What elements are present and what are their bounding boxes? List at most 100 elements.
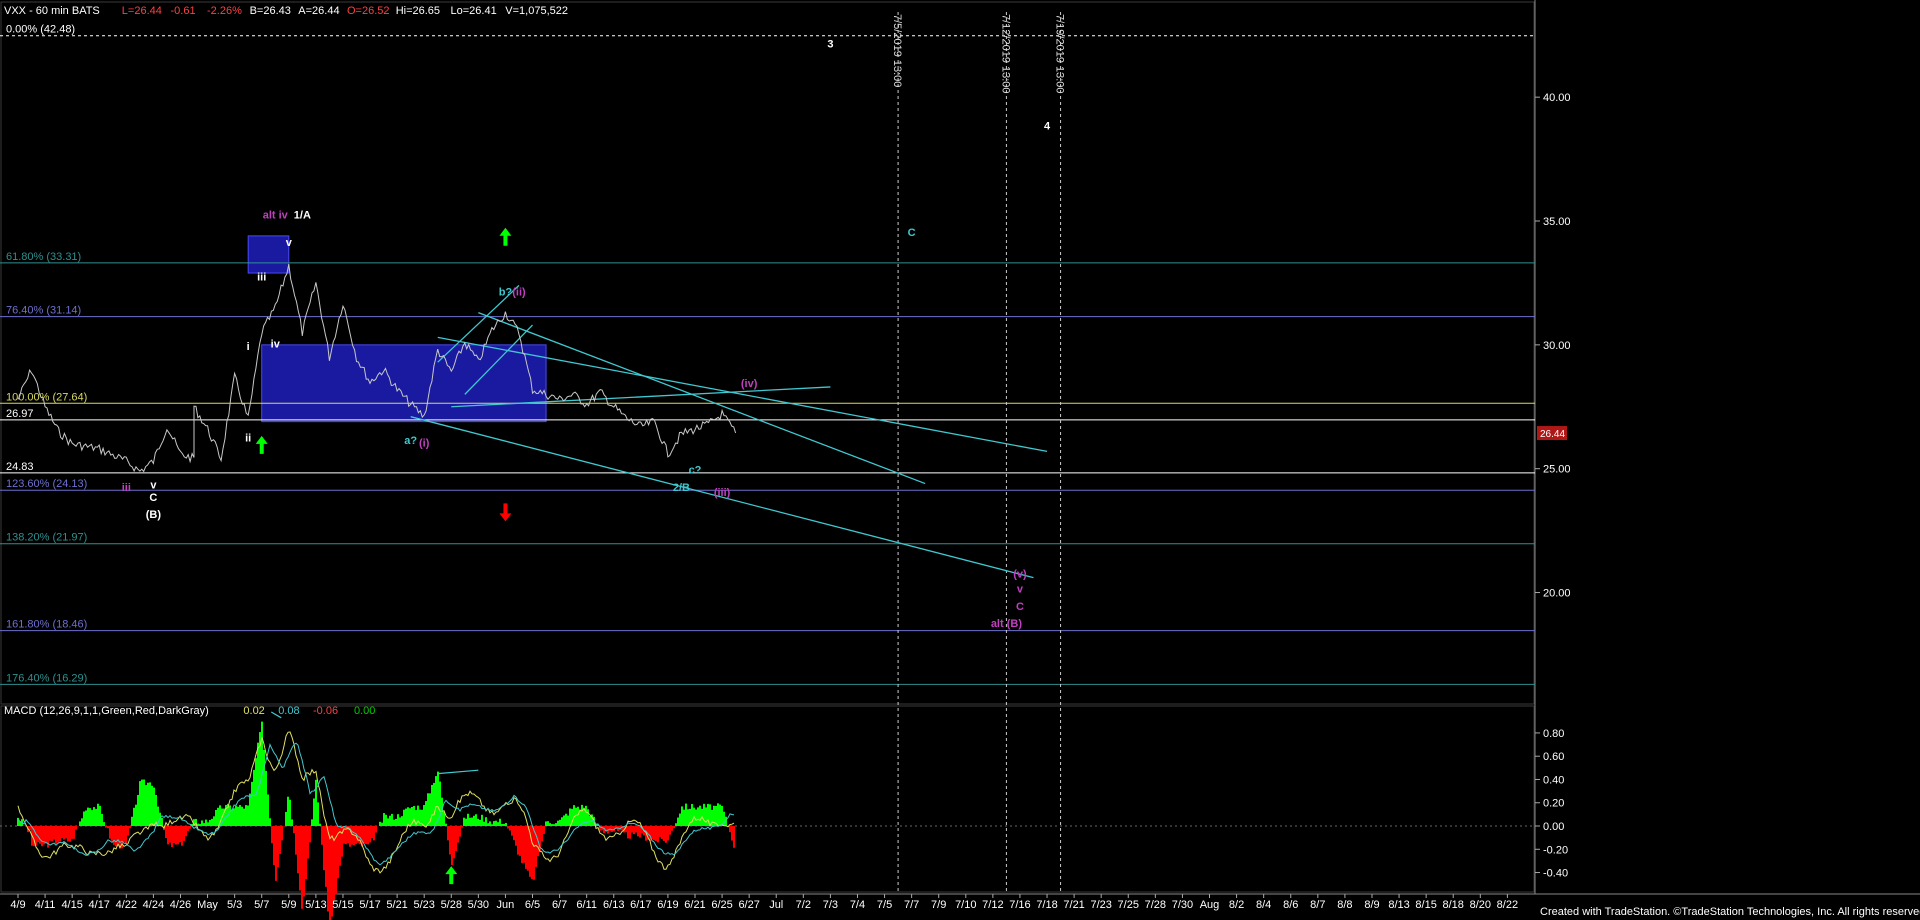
x-tick-label: 8/8 [1337, 899, 1352, 911]
wave-label: iii [122, 482, 131, 494]
wave-label: (ii) [512, 286, 526, 298]
x-tick-label: 8/13 [1388, 899, 1409, 911]
fib-level-label: 100.00% (27.64) [6, 391, 87, 403]
x-tick-label: 5/13 [305, 899, 326, 911]
wave-label: C [1016, 601, 1024, 613]
macd-legend-item: 0.00 [354, 705, 375, 717]
fib-level-label: 138.20% (21.97) [6, 532, 87, 544]
x-tick-label: 7/7 [904, 899, 919, 911]
wave-label: v [150, 480, 157, 492]
x-tick-label: 7/25 [1118, 899, 1139, 911]
x-tick-label: 6/25 [711, 899, 732, 911]
header-layer: VXX - 60 min BATS L=26.44 -0.61 -2.26% B=26.… [4, 5, 568, 17]
x-tick-label: 6/5 [525, 899, 540, 911]
x-tick-label: 7/3 [823, 899, 838, 911]
chart-symbol: VXX - 60 min BATS [4, 5, 100, 17]
price-tick-label: 35.00 [1543, 216, 1571, 228]
x-tick-label: Jul [769, 899, 783, 911]
x-tick-label: 7/2 [796, 899, 811, 911]
x-tick-label: 7/18 [1036, 899, 1057, 911]
x-tick-label: 7/30 [1172, 899, 1193, 911]
price-tick-label: 25.00 [1543, 464, 1571, 476]
x-tick-label: 6/17 [630, 899, 651, 911]
wave-label: c? [689, 465, 702, 477]
wave-label: v [1017, 584, 1024, 596]
x-tick-label: 4/26 [170, 899, 191, 911]
x-tick-label: May [197, 899, 218, 911]
x-tick-label: 6/19 [657, 899, 678, 911]
wave-label: (i) [419, 437, 430, 449]
wave-label: 2/B [673, 482, 690, 494]
x-tick-label: 5/30 [468, 899, 489, 911]
wave-label: alt (B) [991, 618, 1023, 630]
x-tick-label: 7/10 [955, 899, 976, 911]
x-tick-label: 8/6 [1283, 899, 1298, 911]
macd-tick-label: 0.00 [1543, 821, 1564, 833]
wave-label: 4 [1044, 120, 1051, 132]
x-tick-label: 7/12 [982, 899, 1003, 911]
header-stat: V=1,075,522 [505, 5, 568, 17]
x-tick-label: 6/21 [684, 899, 705, 911]
macd-legend-item: -0.06 [313, 705, 338, 717]
x-tick-label: 4/17 [89, 899, 110, 911]
x-tick-label: 5/3 [227, 899, 242, 911]
price-tick-label: 20.00 [1543, 588, 1571, 600]
macd-legend-item: MACD (12,26,9,1,1,Green,Red,DarkGray) [4, 705, 209, 717]
footer-credit: Created with TradeStation. ©TradeStation… [1540, 906, 1920, 918]
wave-label: ii [245, 432, 251, 444]
fib-level-label: 161.80% (18.46) [6, 619, 87, 631]
price-tick-label: 40.00 [1543, 92, 1571, 104]
fib-level-label: 76.40% (31.14) [6, 305, 81, 317]
header-stat: B=26.43 [250, 5, 291, 17]
x-tick-label: 6/27 [738, 899, 759, 911]
x-tick-label: 7/9 [931, 899, 946, 911]
wave-label: (v) [1013, 569, 1027, 581]
wave-label: alt iv [263, 210, 289, 222]
x-tick-label: 6/13 [603, 899, 624, 911]
x-tick-label: 5/23 [413, 899, 434, 911]
x-tick-label: 8/2 [1229, 899, 1244, 911]
x-tick-label: 8/20 [1470, 899, 1491, 911]
macd-tick-label: 0.80 [1543, 728, 1564, 740]
x-tick-label: 7/16 [1009, 899, 1030, 911]
wave-label: C [908, 227, 916, 239]
x-tick-label: 5/17 [359, 899, 380, 911]
wave-label: iv [271, 338, 281, 350]
header-stat: O=26.52 [347, 5, 390, 17]
fib-level-label: 176.40% (16.29) [6, 672, 87, 684]
x-tick-label: 7/4 [850, 899, 865, 911]
x-tick-label: 6/11 [576, 899, 597, 911]
macd-tick-label: -0.20 [1543, 844, 1568, 856]
x-tick-label: 4/15 [61, 899, 82, 911]
x-tick-label: Jun [497, 899, 515, 911]
wave-label: v [286, 237, 293, 249]
x-tick-label: 5/15 [332, 899, 353, 911]
price-tick-label: 30.00 [1543, 340, 1571, 352]
x-tick-label: 7/28 [1145, 899, 1166, 911]
x-tick-label: Aug [1200, 899, 1220, 911]
wave-label: i [247, 341, 250, 353]
x-tick-label: 5/28 [441, 899, 462, 911]
fib-level-label: 0.00% (42.48) [6, 24, 75, 36]
chart-canvas: 0.00% (42.48) 61.80% (33.31) 76.40% (31.14… [0, 0, 1920, 920]
macd-legend-item: 0.02 [243, 705, 264, 717]
macd-tick-label: -0.40 [1543, 868, 1568, 880]
header-stat: Hi=26.65 [396, 5, 440, 17]
x-tick-label: 8/7 [1310, 899, 1325, 911]
time-marker-label: 7/12/2019 13:00 [999, 14, 1011, 94]
x-tick-label: 8/9 [1364, 899, 1379, 911]
fib-level-label: 123.60% (24.13) [6, 478, 87, 490]
wave-label: a? [404, 435, 417, 447]
macd-tick-label: 0.40 [1543, 774, 1564, 786]
x-tick-label: 6/7 [552, 899, 567, 911]
x-tick-label: 4/9 [10, 899, 25, 911]
x-tick-label: 8/22 [1497, 899, 1518, 911]
fib-level-label: 24.83 [6, 461, 34, 473]
last-price-label: 26.44 [1540, 429, 1565, 440]
header-stat: Lo=26.41 [451, 5, 497, 17]
x-tick-label: 5/21 [386, 899, 407, 911]
header-stat: A=26.44 [298, 5, 339, 17]
wave-label: 1/A [294, 210, 311, 222]
wave-zone-box [247, 235, 290, 274]
fib-level-label: 26.97 [6, 408, 34, 420]
